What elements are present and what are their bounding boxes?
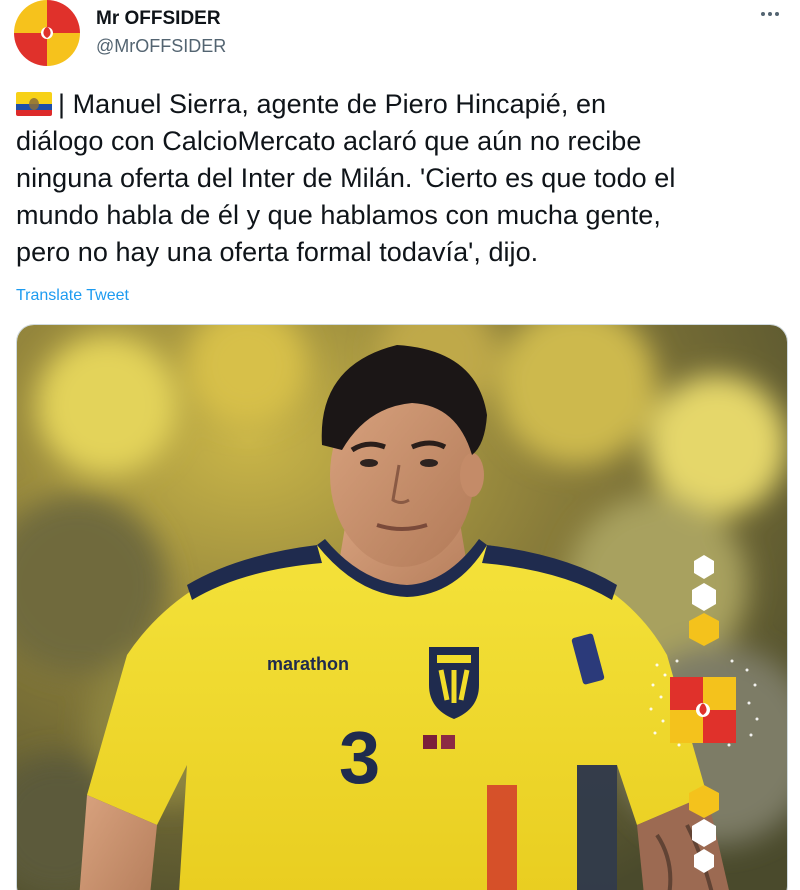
tweet-photo[interactable]: marathon 3 [16,324,788,890]
tweet-header: Mr OFFSIDER @MrOFFSIDER [14,0,786,70]
more-dots-icon [775,12,779,16]
player-photo: marathon 3 [17,325,787,890]
jersey-sponsor: marathon [267,654,349,674]
tweet-text: | Manuel Sierra, agente de Piero Hincapi… [16,86,786,271]
jersey-number: 3 [339,716,380,799]
more-options-button[interactable] [754,2,786,26]
tweet-text-line-4: mundo habla de él y que hablamos con muc… [16,200,661,230]
tweet-text-line-3: ninguna oferta del Inter de Milán. 'Cier… [16,163,676,193]
tweet-text-line-1: | Manuel Sierra, agente de Piero Hincapi… [16,86,786,123]
translate-tweet-link[interactable]: Translate Tweet [16,286,129,306]
tweet-text-line-5: pero no hay una oferta formal todavía', … [16,237,539,267]
tweet-text-line-content: | Manuel Sierra, agente de Piero Hincapi… [58,89,607,119]
mr-offsider-logo-icon [14,0,80,66]
ecuador-flag-icon [16,92,52,116]
more-dots-icon [768,12,772,16]
more-dots-icon [761,12,765,16]
user-handle[interactable]: @MrOFFSIDER [96,34,226,58]
tweet-card: Mr OFFSIDER @MrOFFSIDER | Manuel Sierra,… [0,0,800,890]
display-name[interactable]: Mr OFFSIDER [96,8,226,30]
tweet-text-line-2: diálogo con CalcioMercato aclaró que aún… [16,126,642,156]
avatar[interactable] [14,0,80,66]
author-names: Mr OFFSIDER @MrOFFSIDER [96,8,226,58]
